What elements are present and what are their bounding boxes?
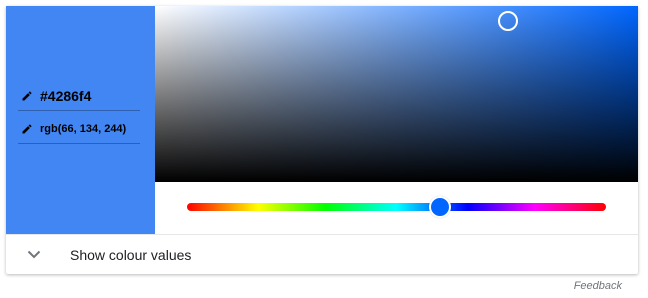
hex-value-text[interactable]: #4286f4 [40,88,91,104]
chevron-down-icon[interactable] [26,247,42,263]
pencil-icon[interactable] [20,122,34,136]
feedback-link[interactable]: Feedback [574,280,622,292]
color-swatch-panel: #4286f4 rgb(66, 134, 244) [6,6,155,234]
color-picker-widget: #4286f4 rgb(66, 134, 244) Show colour va… [6,6,638,274]
rgb-value-text[interactable]: rgb(66, 134, 244) [40,123,126,135]
brightness-gradient [155,6,638,182]
pencil-icon[interactable] [20,89,34,103]
hue-slider-handle[interactable] [429,196,452,218]
hue-slider-track[interactable] [187,203,606,211]
show-colour-values-toggle[interactable]: Show colour values [6,234,638,274]
rgb-value-row[interactable]: rgb(66, 134, 244) [18,115,140,144]
hex-value-row[interactable]: #4286f4 [18,82,140,111]
saturation-brightness-area[interactable] [155,6,638,182]
show-colour-values-label: Show colour values [70,246,192,263]
saturation-brightness-handle[interactable] [497,10,518,31]
